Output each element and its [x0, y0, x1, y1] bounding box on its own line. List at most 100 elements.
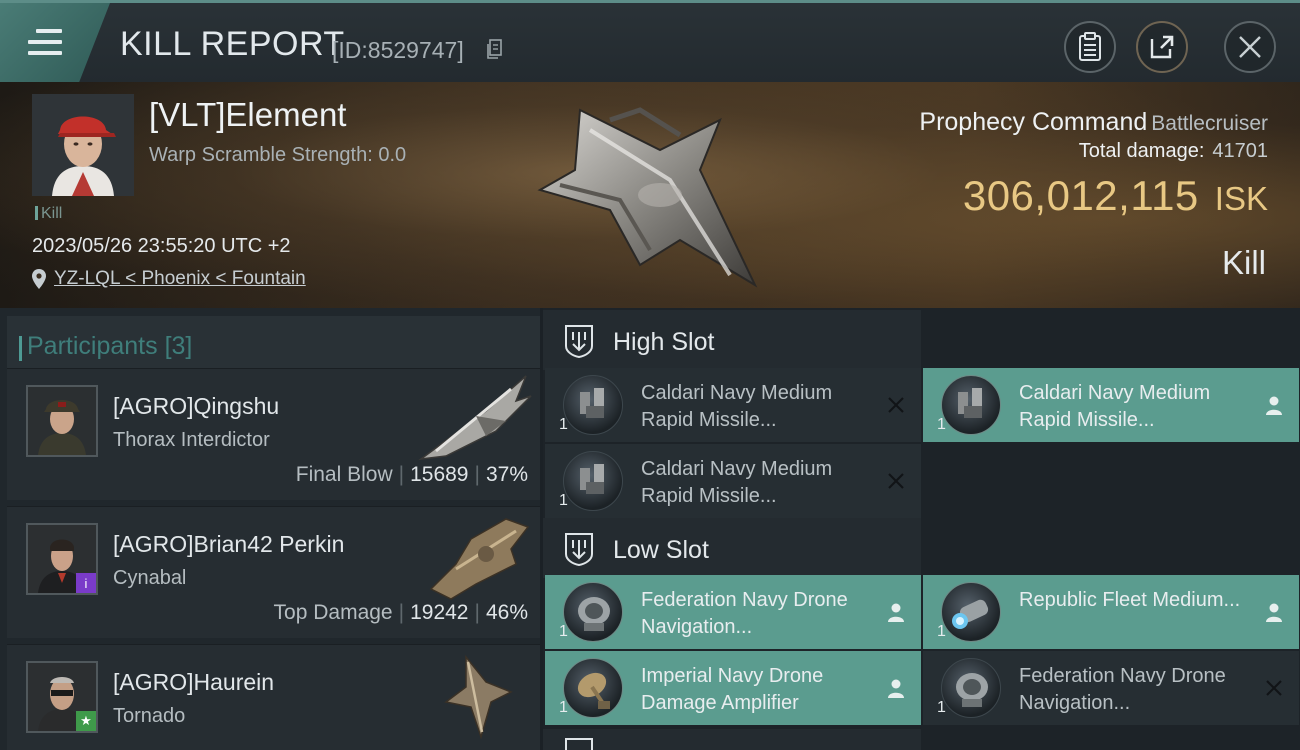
slot-shield-icon — [565, 325, 593, 358]
person-icon — [1263, 601, 1285, 623]
map-pin-icon — [32, 269, 46, 289]
stat-divider: | — [474, 463, 480, 486]
person-icon — [885, 601, 907, 623]
module-item[interactable]: 1 Caldari Navy Medium Rapid Missile... — [545, 444, 921, 518]
mid-slot-header — [543, 729, 921, 750]
location-link[interactable]: YZ-LQL < Phoenix < Fountain — [54, 268, 306, 290]
report-id: [ID:8529747] — [332, 37, 464, 63]
total-damage-row: Total damage: 41701 — [1079, 140, 1268, 163]
stat-divider: | — [398, 463, 405, 486]
window-title: KILL REPORT — [120, 25, 345, 63]
module-item[interactable]: 1 Caldari Navy Medium Rapid Missile... — [923, 368, 1299, 442]
participant-row[interactable]: ★ [AGRO]Haurein Tornado — [7, 644, 540, 750]
ship-name: Prophecy Command — [919, 108, 1148, 136]
module-name: Imperial Navy Drone Damage Amplifier — [641, 665, 824, 714]
victim-name[interactable]: [VLT]Element — [149, 96, 346, 134]
participant-ship: Thorax Interdictor — [113, 429, 270, 451]
person-icon — [1263, 394, 1285, 416]
participant-stats: Final Blow | 15689 | 37% — [296, 463, 528, 487]
participant-percent: 37% — [485, 463, 528, 486]
warp-scramble-strength: Warp Scramble Strength: 0.0 — [149, 144, 407, 166]
module-quantity: 1 — [559, 416, 568, 433]
stat-divider: | — [474, 601, 480, 624]
person-icon — [885, 677, 907, 699]
total-damage-value: 41701 — [1212, 140, 1268, 162]
victim-ship-image[interactable] — [520, 90, 770, 295]
participant-name[interactable]: [AGRO]Qingshu — [113, 393, 279, 420]
clipboard-icon — [1079, 32, 1101, 61]
participant-row[interactable]: [AGRO]Qingshu Thorax Interdictor Final B… — [7, 368, 540, 500]
participants-title: Participants [3] — [18, 332, 193, 361]
high-slot-title: High Slot — [613, 328, 715, 356]
avatar-image — [28, 387, 96, 455]
module-item[interactable]: 1 Imperial Navy Drone Damage Amplifier — [545, 651, 921, 725]
participant-avatar[interactable] — [26, 385, 98, 457]
participant-ship-image[interactable] — [416, 371, 536, 463]
module-quantity: 1 — [937, 416, 946, 433]
share-button[interactable] — [1136, 21, 1188, 73]
high-slot-header: High Slot — [543, 310, 921, 370]
kill-summary-banner: [VLT]Element Warp Scramble Strength: 0.0… — [0, 82, 1300, 308]
module-item[interactable]: 1 Federation Navy Drone Navigation... — [923, 651, 1299, 725]
ship-class: Battlecruiser — [1151, 112, 1268, 135]
participant-role: Final Blow — [295, 463, 393, 486]
participants-label: Participants — [27, 332, 158, 360]
missile-launcher-icon — [563, 451, 623, 511]
participant-name[interactable]: [AGRO]Brian42 Perkin — [113, 531, 344, 558]
clipboard-button[interactable] — [1064, 21, 1116, 73]
module-name: Federation Navy Drone Navigation... — [1019, 665, 1226, 714]
participant-name[interactable]: [AGRO]Haurein — [113, 669, 274, 696]
close-button[interactable] — [1224, 21, 1276, 73]
participant-ship-image[interactable] — [416, 647, 536, 739]
isk-unit: ISK — [1214, 180, 1268, 217]
participant-percent: 46% — [485, 601, 528, 624]
ballistic-control-icon — [941, 582, 1001, 642]
info-badge-icon: i — [76, 573, 96, 593]
participant-ship: Tornado — [113, 705, 186, 727]
participants-panel: Participants [3] [AGRO]Qingshu Thorax In… — [0, 308, 540, 750]
missile-launcher-icon — [941, 375, 1001, 435]
participant-avatar[interactable]: i — [26, 523, 98, 595]
isk-value-row: 306,012,115 ISK — [963, 172, 1268, 220]
participant-ship-image[interactable] — [416, 509, 536, 601]
module-item[interactable]: 1 Republic Fleet Medium... — [923, 575, 1299, 649]
star-badge-icon: ★ — [76, 711, 96, 731]
x-mark-icon — [885, 394, 907, 416]
module-name: Caldari Navy Medium Rapid Missile... — [1019, 382, 1211, 431]
participant-row[interactable]: i [AGRO]Brian42 Perkin Cynabal Top Damag… — [7, 506, 540, 638]
slot-shield-icon — [565, 738, 593, 750]
share-external-icon — [1150, 35, 1174, 59]
copy-icon[interactable] — [487, 39, 503, 59]
total-damage-label: Total damage: — [1078, 140, 1205, 162]
module-name: Caldari Navy Medium Rapid Missile... — [641, 458, 833, 507]
module-name: Republic Fleet Medium... — [1019, 589, 1241, 611]
isk-value: 306,012,115 — [962, 172, 1199, 219]
module-quantity: 1 — [559, 492, 568, 509]
location-row[interactable]: YZ-LQL < Phoenix < Fountain — [32, 268, 306, 290]
drone-navigation-icon — [941, 658, 1001, 718]
victim-portrait[interactable] — [32, 94, 134, 196]
drone-navigation-icon — [563, 582, 623, 642]
x-mark-icon — [1263, 677, 1285, 699]
fitting-panel: High Slot 1 Caldari Navy Medium Rapid Mi… — [543, 308, 1300, 750]
kill-tag: Kill — [35, 205, 62, 223]
low-slot-header: Low Slot — [543, 518, 921, 578]
participant-ship: Cynabal — [113, 567, 187, 589]
ship-type-row[interactable]: Prophecy Command Battlecruiser — [919, 108, 1268, 137]
low-slot-title: Low Slot — [613, 536, 709, 564]
close-icon — [1239, 36, 1261, 58]
menu-button[interactable] — [0, 3, 110, 82]
module-name: Federation Navy Drone Navigation... — [641, 589, 848, 638]
kill-outcome: Kill — [1221, 244, 1266, 281]
module-item[interactable]: 1 Federation Navy Drone Navigation... — [545, 575, 921, 649]
module-name: Caldari Navy Medium Rapid Missile... — [641, 382, 833, 431]
stat-divider: | — [398, 601, 405, 624]
participants-count: [3] — [164, 332, 193, 360]
kill-timestamp: 2023/05/26 23:55:20 UTC +2 — [32, 235, 291, 257]
participant-avatar[interactable]: ★ — [26, 661, 98, 733]
module-item[interactable]: 1 Caldari Navy Medium Rapid Missile... — [545, 368, 921, 442]
module-quantity: 1 — [559, 623, 568, 640]
hamburger-menu-icon — [28, 29, 62, 62]
participant-damage: 15689 — [410, 463, 469, 486]
participants-header[interactable]: Participants [3] — [7, 316, 540, 374]
